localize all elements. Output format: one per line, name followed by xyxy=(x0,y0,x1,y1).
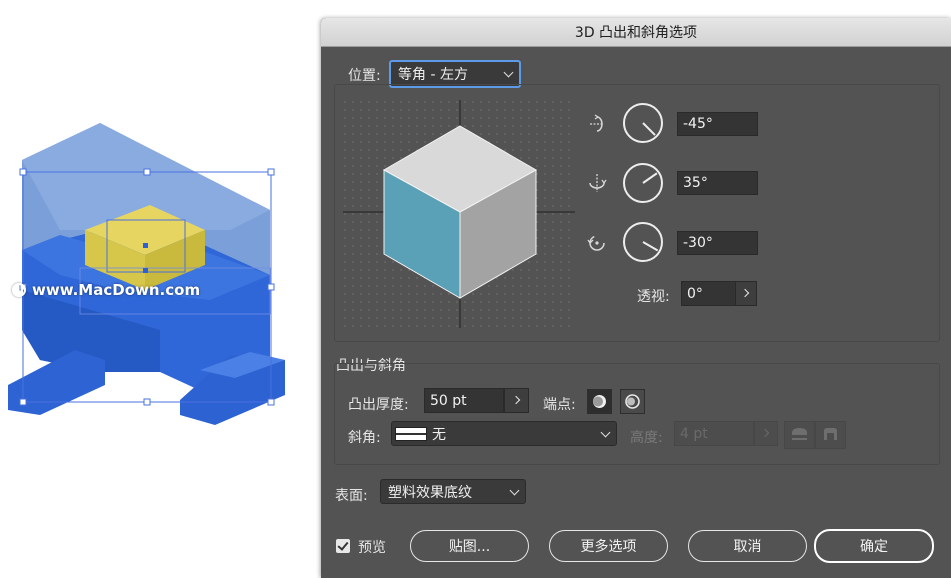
center-point-2 xyxy=(143,268,148,273)
z-rotation-input[interactable]: -30° xyxy=(677,231,758,255)
bevel-dropdown-value: 无 xyxy=(432,426,446,443)
z-dial-hand xyxy=(642,241,659,252)
y-dial-hand xyxy=(642,172,658,184)
cap-label: 端点: xyxy=(543,397,576,413)
cap-on-icon xyxy=(593,395,606,408)
extrude-depth-label: 凸出厚度: xyxy=(348,397,409,413)
bevel-shape-swatch xyxy=(395,426,427,441)
cap-on-button[interactable] xyxy=(587,389,612,414)
cancel-button-label: 取消 xyxy=(733,539,762,555)
watermark-logo-icon xyxy=(12,283,26,297)
y-rotation-input[interactable]: 35° xyxy=(677,171,758,195)
x-rotation-input[interactable]: -45° xyxy=(677,112,758,136)
more-options-button-label: 更多选项 xyxy=(580,539,637,555)
ok-button[interactable]: 确定 xyxy=(814,529,934,563)
chevron-down-icon xyxy=(600,427,611,437)
surface-label: 表面: xyxy=(335,488,368,504)
extrude-depth-slider-button[interactable] xyxy=(504,388,529,413)
extrude-depth-input[interactable]: 50 pt xyxy=(424,388,504,413)
artboard-canvas[interactable]: www.MacDown.com xyxy=(0,0,320,578)
bevel-dropdown[interactable]: 无 xyxy=(391,421,617,446)
cap-off-icon xyxy=(625,394,640,409)
extrude-depth-value: 50 pt xyxy=(430,392,467,409)
preview-checkbox[interactable] xyxy=(336,539,350,553)
3d-extrude-bevel-dialog: 3D 凸出和斜角选项 位置: 等角 - 左方 -45° 35° -30° 透视:… xyxy=(321,18,951,578)
bevel-height-value: 4 pt xyxy=(680,425,708,442)
height-label: 高度: xyxy=(630,430,663,446)
bevel-height-slider-button[interactable] xyxy=(754,421,778,446)
position-dropdown-value: 等角 - 左方 xyxy=(398,67,468,83)
map-art-button-label: 贴图... xyxy=(448,539,491,555)
bevel-in-icon xyxy=(824,428,837,440)
x-rotation-value: -45° xyxy=(683,116,713,132)
bevel-label: 斜角: xyxy=(348,430,381,446)
x-rotation-dial[interactable] xyxy=(623,103,663,143)
watermark: www.MacDown.com xyxy=(12,280,200,300)
z-rotation-dial[interactable] xyxy=(623,222,663,262)
cap-off-button[interactable] xyxy=(620,389,645,414)
bevel-out-icon xyxy=(792,428,807,440)
position-label: 位置: xyxy=(348,68,381,84)
x-axis-rotate-icon xyxy=(590,114,604,132)
y-axis-rotate-icon xyxy=(589,174,607,192)
perspective-label: 透视: xyxy=(637,289,670,305)
surface-dropdown-value: 塑料效果底纹 xyxy=(388,484,472,501)
chevron-down-icon xyxy=(503,67,514,78)
bevel-out-button[interactable] xyxy=(784,421,815,449)
cancel-button[interactable]: 取消 xyxy=(688,530,807,562)
surface-dropdown[interactable]: 塑料效果底纹 xyxy=(380,479,526,504)
y-rotation-dial[interactable] xyxy=(623,163,663,203)
dialog-titlebar[interactable]: 3D 凸出和斜角选项 xyxy=(321,18,951,47)
x-dial-hand xyxy=(642,122,656,136)
map-art-button[interactable]: 贴图... xyxy=(410,530,529,562)
perspective-input[interactable]: 0° xyxy=(681,281,736,306)
rotation-track-cube[interactable] xyxy=(343,100,575,328)
ok-button-label: 确定 xyxy=(860,539,888,555)
perspective-value: 0° xyxy=(687,285,703,302)
y-rotation-value: 35° xyxy=(683,175,708,191)
z-rotation-value: -30° xyxy=(683,235,713,251)
z-axis-rotate-icon xyxy=(587,235,605,251)
bevel-height-input[interactable]: 4 pt xyxy=(674,421,754,446)
center-point xyxy=(143,243,148,248)
preview-label: 预览 xyxy=(358,540,386,556)
chevron-down-icon xyxy=(509,485,520,495)
watermark-text: www.MacDown.com xyxy=(32,281,201,299)
dialog-title: 3D 凸出和斜角选项 xyxy=(574,25,698,41)
bevel-in-button[interactable] xyxy=(815,421,846,449)
perspective-slider-button[interactable] xyxy=(735,281,757,306)
more-options-button[interactable]: 更多选项 xyxy=(549,530,668,562)
